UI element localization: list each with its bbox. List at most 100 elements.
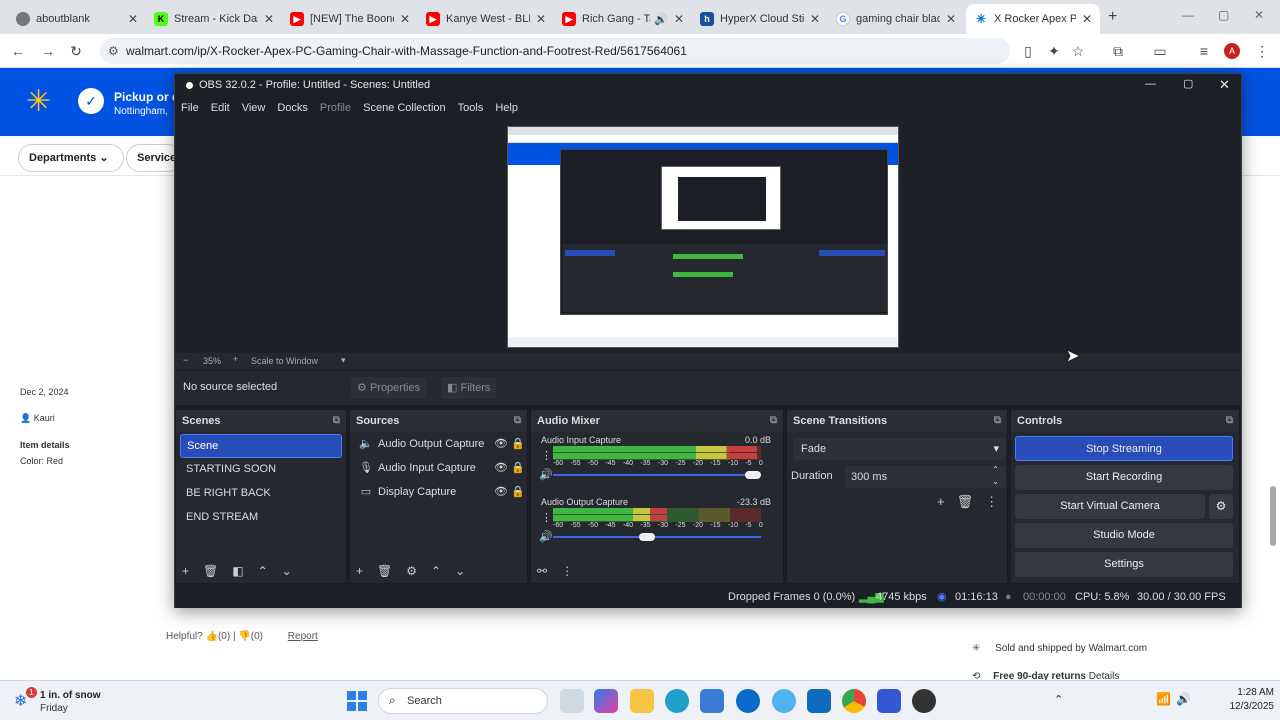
add-icon[interactable]: +: [182, 564, 189, 578]
lock-icon[interactable]: 🔒: [509, 480, 527, 504]
copilot-icon[interactable]: [594, 689, 618, 713]
settings-button[interactable]: Settings: [1015, 552, 1233, 577]
menu-kebab-icon[interactable]: ⋮: [985, 494, 998, 510]
tab-google[interactable]: G gaming chair black ✕: [828, 4, 964, 34]
lock-icon[interactable]: 🔒: [509, 432, 527, 456]
trash-icon[interactable]: 🗑: [203, 564, 218, 578]
scale-mode-label[interactable]: Scale to Window: [251, 356, 318, 366]
add-icon[interactable]: +: [937, 494, 945, 510]
maximize-icon[interactable]: ▢: [1218, 8, 1229, 22]
eye-icon[interactable]: 👁: [493, 456, 509, 480]
menu-edit[interactable]: Edit: [205, 98, 236, 118]
task-view-icon[interactable]: [560, 689, 584, 713]
media-control-icon[interactable]: ≡: [1194, 41, 1214, 61]
close-tab-icon[interactable]: ✕: [674, 12, 684, 26]
menu-help[interactable]: Help: [489, 98, 524, 118]
menu-docks[interactable]: Docks: [271, 98, 314, 118]
stop-streaming-button[interactable]: Stop Streaming: [1015, 436, 1233, 461]
speaker-icon[interactable]: 🔊: [654, 13, 668, 26]
add-icon[interactable]: +: [356, 564, 363, 578]
profile-avatar[interactable]: A: [1224, 43, 1240, 59]
menu-kebab-icon[interactable]: ⋮: [1252, 41, 1272, 61]
menu-scene-collection[interactable]: Scene Collection: [357, 98, 452, 118]
site-info-icon[interactable]: ⚙: [108, 38, 119, 64]
menu-kebab-icon[interactable]: ⋮: [561, 564, 573, 578]
scene-item-be-right-back[interactable]: BE RIGHT BACK: [180, 482, 342, 506]
scene-item-starting-soon[interactable]: STARTING SOON: [180, 458, 342, 482]
sidepanel-icon[interactable]: ▭: [1150, 41, 1170, 61]
source-audio-input[interactable]: 🎙 Audio Input Capture 👁 🔒: [350, 456, 527, 480]
volume-icon[interactable]: 🔊: [1176, 692, 1191, 706]
close-tab-icon[interactable]: ✕: [128, 12, 138, 26]
edge-icon[interactable]: [665, 689, 689, 713]
hp-icon[interactable]: [736, 689, 760, 713]
close-tab-icon[interactable]: ✕: [1082, 12, 1092, 26]
obs-taskbar-icon[interactable]: [912, 689, 936, 713]
undock-icon[interactable]: ⧉: [994, 410, 1001, 432]
channel-menu-icon[interactable]: ⋮: [541, 511, 552, 524]
chevron-up-icon[interactable]: ⌃: [258, 564, 268, 578]
walmart-spark-logo[interactable]: ✳: [26, 84, 51, 120]
tab-youtube-kanye[interactable]: ▶ Kanye West - BLKK ✕: [418, 4, 554, 34]
volume-knob[interactable]: [745, 471, 761, 479]
filters-button[interactable]: ◧ Filters: [441, 377, 497, 399]
close-tab-icon[interactable]: ✕: [536, 12, 546, 26]
volume-slider[interactable]: [553, 533, 761, 541]
speaker-icon[interactable]: 🔊: [539, 530, 553, 543]
extension-puzzle-icon[interactable]: ✦: [1044, 41, 1064, 61]
chrome-icon[interactable]: [842, 689, 866, 713]
pickup-label[interactable]: Pickup or d: [114, 90, 179, 104]
start-virtual-camera-button[interactable]: Start Virtual Camera: [1015, 494, 1205, 519]
scale-dropdown-icon[interactable]: ▾: [341, 355, 346, 366]
tab-youtube-boondocks[interactable]: ▶ [NEW] The Boondo ✕: [282, 4, 418, 34]
obs-close-icon[interactable]: ✕: [1219, 77, 1230, 93]
menu-view[interactable]: View: [236, 98, 272, 118]
spin-arrows-icon[interactable]: ⌃ ⌄: [992, 464, 999, 488]
network-icon[interactable]: 📶: [1156, 692, 1171, 706]
pickup-location[interactable]: Nottingham,: [114, 106, 168, 117]
eye-icon[interactable]: 👁: [493, 432, 509, 456]
channel-menu-icon[interactable]: ⋮: [541, 449, 552, 462]
chevron-up-icon[interactable]: ⌃: [431, 564, 441, 578]
source-audio-output[interactable]: 🔈 Audio Output Capture 👁 🔒: [350, 432, 527, 456]
menu-profile[interactable]: Profile: [314, 98, 357, 118]
app-icon[interactable]: [877, 689, 901, 713]
transition-select[interactable]: Fade ▾: [793, 438, 1005, 460]
departments-button[interactable]: Departments ⌄: [18, 144, 124, 172]
forward-icon[interactable]: →: [38, 41, 58, 61]
zoom-in-icon[interactable]: +: [233, 354, 238, 364]
weather-widget[interactable]: ❄ 1 1 in. of snow Friday: [14, 687, 124, 715]
scene-item-end-stream[interactable]: END STREAM: [180, 506, 342, 530]
outlook-icon[interactable]: [807, 689, 831, 713]
obs-maximize-icon[interactable]: ▢: [1183, 77, 1193, 90]
scrollbar[interactable]: [1270, 486, 1276, 546]
source-display-capture[interactable]: ▭ Display Capture 👁 🔒: [350, 480, 527, 504]
chevron-down-icon[interactable]: ⌄: [282, 564, 292, 578]
taskbar-search[interactable]: ⌕ Search: [378, 688, 548, 714]
lock-icon[interactable]: 🔒: [509, 456, 527, 480]
scene-item-scene[interactable]: Scene: [180, 434, 342, 458]
extensions-icon[interactable]: ⧉: [1108, 41, 1128, 61]
report-link[interactable]: Report: [288, 631, 318, 642]
bookmark-star-icon[interactable]: ☆: [1068, 41, 1088, 61]
close-tab-icon[interactable]: ✕: [946, 12, 956, 26]
filter-icon[interactable]: ◧: [232, 564, 243, 578]
url-field[interactable]: ⚙ walmart.com/ip/X-Rocker-Apex-PC-Gaming…: [100, 38, 1010, 64]
trash-icon[interactable]: 🗑: [377, 564, 392, 578]
volume-knob[interactable]: [639, 533, 656, 541]
clock[interactable]: 1:28 AM 12/3/2025: [1212, 686, 1275, 714]
obs-preview[interactable]: [175, 118, 1241, 353]
new-tab-icon[interactable]: +: [1108, 8, 1117, 26]
menu-file[interactable]: File: [175, 98, 205, 118]
studio-mode-button[interactable]: Studio Mode: [1015, 523, 1233, 548]
copilot-app-icon[interactable]: [772, 689, 796, 713]
undock-icon[interactable]: ⧉: [1226, 410, 1233, 432]
close-tab-icon[interactable]: ✕: [810, 12, 820, 26]
tab-kick[interactable]: K Stream - Kick Dash ✕: [146, 4, 282, 34]
tab-walmart[interactable]: ✳ X Rocker Apex PC ✕: [966, 4, 1100, 34]
undock-icon[interactable]: ⧉: [514, 410, 521, 432]
chevron-down-icon[interactable]: ⌄: [455, 564, 465, 578]
close-window-icon[interactable]: ✕: [1254, 8, 1264, 22]
back-icon[interactable]: ←: [8, 41, 28, 61]
undock-icon[interactable]: ⧉: [333, 410, 340, 432]
